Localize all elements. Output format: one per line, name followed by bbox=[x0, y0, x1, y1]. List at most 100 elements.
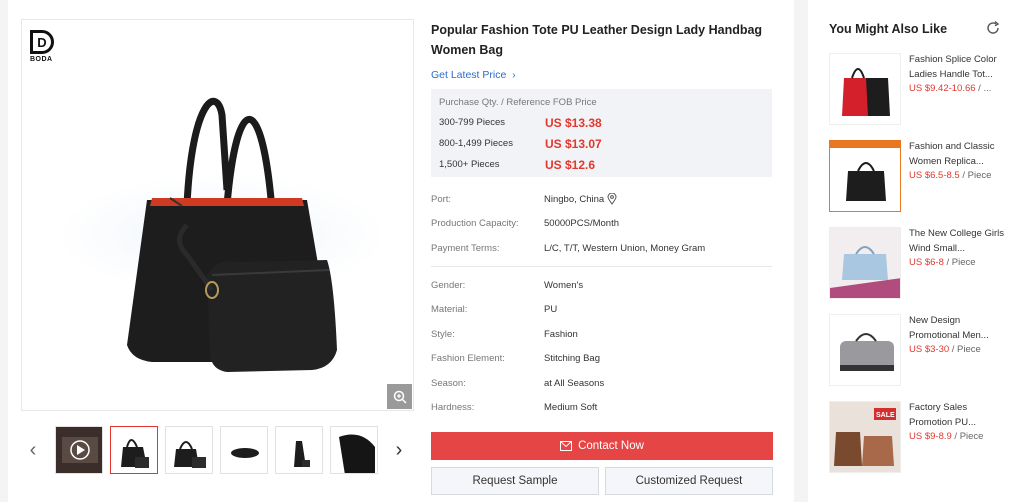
tier-price: US $12.6 bbox=[545, 157, 596, 172]
location-pin-icon[interactable] bbox=[607, 193, 617, 206]
price-range: US $9.42-10.66 bbox=[909, 83, 976, 94]
product-title: Popular Fashion Tote PU Leather Design L… bbox=[431, 23, 763, 57]
get-latest-price-link[interactable]: Get Latest Price › bbox=[431, 69, 516, 81]
recommended-product-image bbox=[829, 53, 901, 125]
attr-value: Medium Soft bbox=[544, 402, 598, 414]
request-sample-button[interactable]: Request Sample bbox=[431, 467, 599, 495]
tier-price: US $13.07 bbox=[545, 136, 602, 151]
price-unit: / Piece bbox=[949, 344, 981, 355]
chevron-right-icon[interactable]: › bbox=[391, 438, 407, 462]
attr-label: Material: bbox=[431, 304, 468, 316]
tier-price: US $13.38 bbox=[545, 115, 602, 130]
recommended-product[interactable]: New Design Promotional Men... US $3-30 /… bbox=[829, 314, 1009, 386]
attr-value: L/C, T/T, Western Union, Money Gram bbox=[544, 242, 706, 254]
price-table: Purchase Qty. / Reference FOB Price 300-… bbox=[431, 89, 772, 177]
recommended-product[interactable]: Fashion Splice Color Ladies Handle Tot..… bbox=[829, 53, 1009, 125]
red-black-tote-photo bbox=[842, 68, 890, 116]
thumbnail-1[interactable] bbox=[110, 426, 158, 474]
svg-text:SALE: SALE bbox=[876, 412, 895, 419]
attribute-row: Hardness: Medium Soft bbox=[431, 396, 772, 421]
product-attributes-list: Gender: Women's Material: PU Style: Fash… bbox=[431, 273, 772, 420]
attr-label: Fashion Element: bbox=[431, 353, 505, 365]
attr-label: Style: bbox=[431, 328, 455, 340]
recommended-product-price: US $6.5-8.5 / Piece bbox=[909, 170, 1009, 181]
price-unit: / ... bbox=[975, 83, 992, 94]
attribute-row: Fashion Element: Stitching Bag bbox=[431, 347, 772, 372]
thumbnail-image bbox=[339, 434, 375, 473]
recommended-product-name: Fashion Splice Color Ladies Handle Tot..… bbox=[909, 54, 997, 80]
recommended-product[interactable]: SALE Factory Sales Promotion PU... US $9… bbox=[829, 401, 1009, 473]
grey-duffel-bag-photo bbox=[840, 333, 894, 371]
contact-now-label: Contact Now bbox=[578, 440, 644, 452]
recommended-product-name: New Design Promotional Men... bbox=[909, 315, 989, 341]
attr-value: Stitching Bag bbox=[544, 353, 600, 365]
attr-label: Hardness: bbox=[431, 402, 475, 414]
recommended-product-image: SALE bbox=[829, 401, 901, 473]
price-range: US $9-8.9 bbox=[909, 431, 952, 442]
zoom-in-icon bbox=[393, 390, 407, 404]
recommended-product-name: Factory Sales Promotion PU... bbox=[909, 402, 977, 428]
thumbnail-4[interactable] bbox=[275, 426, 323, 474]
attr-value: 50000PCS/Month bbox=[544, 218, 619, 230]
price-unit: / Piece bbox=[951, 431, 984, 442]
thumbnail-image bbox=[174, 441, 206, 468]
trade-info-row: Port: Ningbo, China bbox=[431, 187, 772, 212]
attr-value: at All Seasons bbox=[544, 377, 605, 389]
brand-logo: D BODA bbox=[30, 30, 60, 68]
recommended-product[interactable]: Fashion and Classic Women Replica... US … bbox=[829, 140, 1009, 212]
price-unit: / Piece bbox=[943, 257, 976, 268]
customized-request-button[interactable]: Customized Request bbox=[605, 467, 773, 495]
recommended-product-name: Fashion and Classic Women Replica... bbox=[909, 141, 995, 167]
attr-label: Gender: bbox=[431, 279, 466, 291]
thumbnail-image bbox=[294, 441, 310, 467]
attr-value: PU bbox=[544, 304, 558, 316]
thumbnail-video[interactable] bbox=[55, 426, 103, 474]
brown-bags-photo: SALE bbox=[830, 402, 900, 472]
zoom-button[interactable] bbox=[387, 384, 412, 409]
brand-logo-text: BODA bbox=[30, 56, 53, 63]
light-blue-bag-photo bbox=[830, 228, 900, 298]
video-thumbnail bbox=[56, 427, 102, 473]
trade-info-row: Payment Terms: L/C, T/T, Western Union, … bbox=[431, 236, 772, 261]
recommended-product-price: US $9-8.9 / Piece bbox=[909, 431, 1009, 442]
black-handbag-photo bbox=[830, 141, 900, 211]
price-range: US $6.5-8.5 bbox=[909, 170, 960, 181]
chevron-right-icon: › bbox=[509, 69, 516, 81]
recommended-product-image bbox=[829, 227, 901, 299]
recommendations-title: You Might Also Like bbox=[829, 22, 948, 36]
attr-label: Payment Terms: bbox=[431, 242, 500, 254]
attr-value: Fashion bbox=[544, 328, 578, 340]
price-range: US $3-30 bbox=[909, 344, 950, 355]
tier-quantity: 1,500+ Pieces bbox=[439, 159, 500, 170]
recommended-product-image bbox=[829, 314, 901, 386]
tier-quantity: 300-799 Pieces bbox=[439, 117, 506, 128]
thumbnail-3[interactable] bbox=[220, 426, 268, 474]
contact-now-button[interactable]: Contact Now bbox=[431, 432, 773, 460]
price-tier-row: 300-799 Pieces US $13.38 bbox=[439, 112, 764, 133]
mail-icon bbox=[560, 441, 573, 451]
chevron-left-icon[interactable]: ‹ bbox=[25, 438, 41, 462]
trade-info-row: Production Capacity: 50000PCS/Month bbox=[431, 212, 772, 237]
price-tier-row: 1,500+ Pieces US $12.6 bbox=[439, 154, 764, 175]
price-range: US $6-8 bbox=[909, 257, 944, 268]
refresh-icon[interactable] bbox=[985, 20, 1001, 36]
attribute-row: Material: PU bbox=[431, 298, 772, 323]
trade-info-list: Port: Ningbo, China Production Capacity:… bbox=[431, 187, 772, 261]
price-tier-row: 800-1,499 Pieces US $13.07 bbox=[439, 133, 764, 154]
attribute-row: Gender: Women's bbox=[431, 273, 772, 298]
recommended-product[interactable]: The New College Girls Wind Small... US $… bbox=[829, 227, 1009, 299]
main-product-image[interactable]: D BODA bbox=[21, 19, 414, 411]
attr-value: Women's bbox=[544, 279, 584, 291]
handbag-photo bbox=[57, 97, 387, 372]
tier-quantity: 800-1,499 Pieces bbox=[439, 138, 513, 149]
attr-label: Season: bbox=[431, 377, 466, 389]
divider bbox=[431, 266, 772, 267]
attribute-row: Style: Fashion bbox=[431, 322, 772, 347]
recommended-product-image bbox=[829, 140, 901, 212]
price-table-header: Purchase Qty. / Reference FOB Price bbox=[439, 97, 597, 108]
attr-value: Ningbo, China bbox=[544, 193, 605, 205]
attr-label: Production Capacity: bbox=[431, 218, 519, 230]
thumbnail-5[interactable] bbox=[330, 426, 378, 474]
thumbnail-2[interactable] bbox=[165, 426, 213, 474]
recommended-product-name: The New College Girls Wind Small... bbox=[909, 228, 1005, 254]
